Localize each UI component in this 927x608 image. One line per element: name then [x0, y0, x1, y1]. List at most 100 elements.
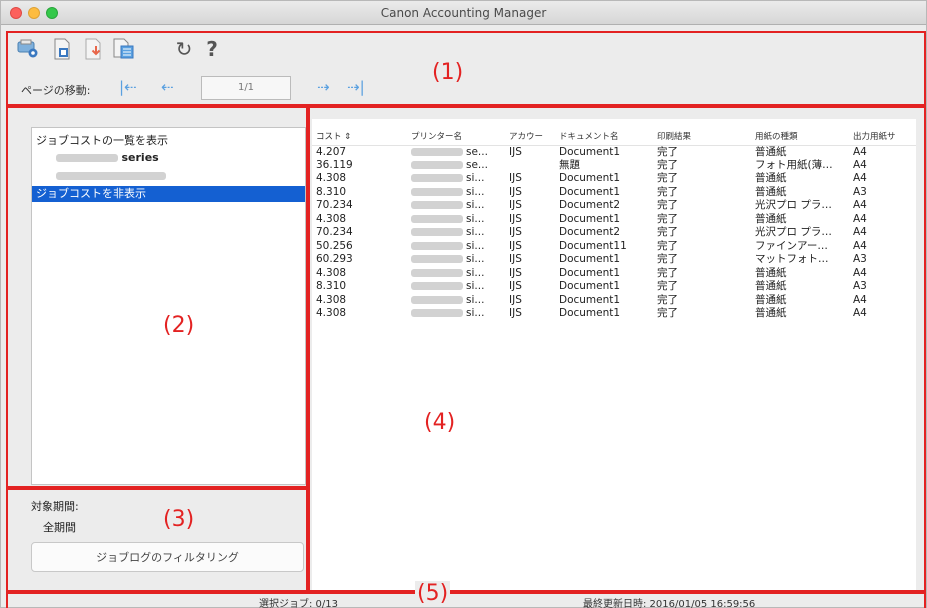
table-cell: Document1: [559, 280, 621, 293]
table-cell: IJS: [509, 253, 522, 266]
table-cell: IJS: [509, 212, 522, 225]
table-cell: 4.308: [316, 212, 347, 225]
last-page-button[interactable]: ⇢|: [347, 80, 365, 95]
printer-name-suffix: si...: [466, 172, 485, 185]
filter-job-log-button[interactable]: ジョブログのフィルタリング: [31, 542, 304, 572]
table-cell: si...: [407, 186, 505, 200]
column-header[interactable]: プリンター名: [407, 127, 505, 146]
table-cell: si...: [407, 199, 505, 213]
table-cell: A3: [853, 185, 867, 198]
printer-name-suffix: se...: [466, 145, 488, 158]
table-row[interactable]: 4.308 si... IJS Document1 完了 普通紙 A4: [312, 294, 916, 308]
table-cell: 普通紙: [755, 185, 787, 198]
selected-jobs-count: 選択ジョブ: 0/13: [259, 599, 339, 608]
printer-name-suffix: si...: [466, 293, 485, 306]
status-bar: 選択ジョブ: 0/13 最終更新日時: 2016/01/05 16:59:56: [1, 593, 926, 608]
column-header[interactable]: アカウー: [505, 127, 555, 146]
table-cell: 4.308: [316, 293, 347, 306]
table-cell: IJS: [509, 280, 522, 293]
printer-name-suffix: si...: [466, 199, 485, 212]
table-row[interactable]: 8.310 si... IJS Document1 完了 普通紙 A3: [312, 280, 916, 294]
table-cell: 完了: [657, 280, 678, 293]
table-row[interactable]: 70.234 si... IJS Document2 完了 光沢プロ プラ… A4: [312, 226, 916, 240]
table-row[interactable]: 50.256 si... IJS Document11 完了 ファインアー… A4: [312, 240, 916, 254]
period-value: 全期間: [43, 521, 76, 534]
table-cell: Document1: [559, 253, 621, 266]
table-row[interactable]: 4.207 se... IJS Document1 完了 普通紙 A4: [312, 145, 916, 159]
column-header[interactable]: ドキュメント名: [555, 127, 653, 146]
table-cell: 8.310: [316, 185, 347, 198]
printer-settings-icon[interactable]: [17, 38, 39, 60]
table-header-row: コスト ⇕ プリンター名 アカウー ドキュメント名 印刷結果 用紙の種類 出力用紙サ: [312, 127, 916, 146]
table-cell: si...: [407, 267, 505, 281]
table-cell: si...: [407, 253, 505, 267]
table-cell: IJS: [509, 293, 522, 306]
table-cell: A4: [853, 212, 867, 225]
redacted-printer-name: [411, 147, 463, 156]
table-cell: Document11: [559, 239, 627, 252]
table-cell: Document1: [559, 266, 621, 279]
table-cell: si...: [407, 226, 505, 240]
redacted-printer-name: [411, 255, 463, 264]
redacted-printer-name: [411, 187, 463, 196]
csv-icon[interactable]: [113, 38, 135, 60]
table-cell: Document1: [559, 172, 621, 185]
table-row[interactable]: 8.310 si... IJS Document1 完了 普通紙 A3: [312, 186, 916, 200]
next-page-button[interactable]: ⇢: [317, 80, 330, 95]
printer-name-suffix: se...: [466, 158, 488, 171]
export-icon[interactable]: [51, 38, 73, 60]
table-cell: フォト用紙(薄…: [755, 158, 833, 171]
table-cell: A4: [853, 239, 867, 252]
table-cell: Document1: [559, 293, 621, 306]
table-cell: 完了: [657, 239, 678, 252]
table-cell: Document2: [559, 226, 621, 239]
printer-name-suffix: si...: [466, 226, 485, 239]
table-cell: A4: [853, 158, 867, 171]
table-row[interactable]: 70.234 si... IJS Document2 完了 光沢プロ プラ… A4: [312, 199, 916, 213]
table-cell: IJS: [509, 199, 522, 212]
table-row[interactable]: 4.308 si... IJS Document1 完了 普通紙 A4: [312, 213, 916, 227]
table-cell: 光沢プロ プラ…: [755, 199, 832, 212]
table-row[interactable]: 4.308 si... IJS Document1 完了 普通紙 A4: [312, 267, 916, 281]
printer-name-suffix: si...: [466, 185, 485, 198]
tree-item-hide-job-cost[interactable]: ジョブコストを非表示: [32, 186, 305, 202]
table-cell: si...: [407, 294, 505, 308]
column-header[interactable]: 用紙の種類: [751, 127, 849, 146]
table-row[interactable]: 36.119 se... 無題 完了 フォト用紙(薄… A4: [312, 159, 916, 173]
table-row[interactable]: 4.308 si... IJS Document1 完了 普通紙 A4: [312, 172, 916, 186]
table-cell: se...: [407, 159, 505, 173]
table-row[interactable]: 4.308 si... IJS Document1 完了 普通紙 A4: [312, 307, 916, 321]
import-icon[interactable]: [83, 38, 105, 60]
table-cell: 普通紙: [755, 280, 787, 293]
column-header[interactable]: 印刷結果: [653, 127, 751, 146]
table-cell: Document1: [559, 145, 621, 158]
table-cell: 普通紙: [755, 145, 787, 158]
table-cell: 完了: [657, 185, 678, 198]
help-icon[interactable]: ?: [201, 38, 223, 60]
table-cell: 4.308: [316, 172, 347, 185]
period-label: 対象期間:: [31, 500, 79, 513]
tree-item-printer-2[interactable]: [32, 168, 305, 184]
page-number-field[interactable]: 1/1: [201, 76, 291, 100]
annotation-label-3: (3): [163, 507, 195, 532]
table-cell: 70.234: [316, 226, 353, 239]
previous-page-button[interactable]: ⇠: [161, 80, 174, 95]
table-cell: A3: [853, 253, 867, 266]
table-cell: A4: [853, 226, 867, 239]
column-header[interactable]: コスト ⇕: [312, 127, 407, 146]
table-cell: 8.310: [316, 280, 347, 293]
column-header[interactable]: 出力用紙サ: [849, 127, 916, 146]
tree-item-printer-series[interactable]: series: [32, 150, 305, 166]
table-cell: A4: [853, 293, 867, 306]
table-cell: A4: [853, 266, 867, 279]
table-cell: Document1: [559, 185, 621, 198]
table-cell: si...: [407, 280, 505, 294]
tree-item-show-job-cost[interactable]: ジョブコストの一覧を表示: [32, 133, 305, 149]
window-title: Canon Accounting Manager: [380, 6, 547, 20]
refresh-icon[interactable]: ↻: [173, 38, 195, 60]
table-cell: 完了: [657, 172, 678, 185]
first-page-button[interactable]: |⇠: [119, 80, 137, 95]
table-row[interactable]: 60.293 si... IJS Document1 完了 マットフォト… A3: [312, 253, 916, 267]
redacted-printer-name: [411, 214, 463, 223]
table-cell: A4: [853, 145, 867, 158]
